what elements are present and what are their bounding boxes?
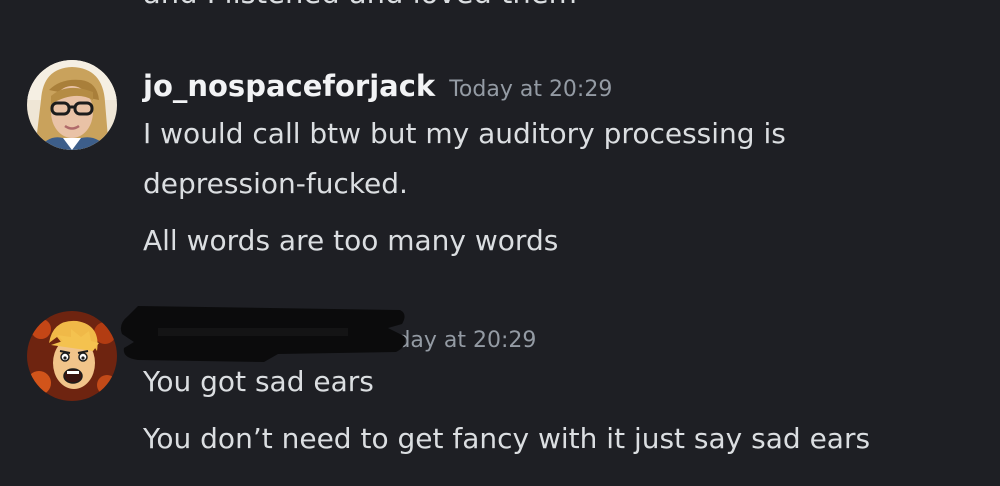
cartoon-face-icon (27, 311, 117, 401)
previous-message-fragment: and I listened and loved them (143, 0, 577, 8)
redaction-mark (120, 306, 405, 362)
message-text: depression-fucked. (143, 167, 408, 200)
message-text: You got sad ears (143, 365, 374, 398)
message-text: You don’t need to get fancy with it just… (143, 422, 871, 455)
user-portrait-icon (27, 60, 117, 150)
username[interactable]: jo_nospaceforjack (143, 69, 435, 103)
timestamp[interactable]: Today at 20:29 (449, 77, 612, 102)
avatar[interactable] (27, 60, 117, 150)
message-text: I would call btw but my auditory process… (143, 117, 786, 150)
message-text: All words are too many words (143, 224, 559, 257)
avatar[interactable] (27, 311, 117, 401)
message-header: jo_nospaceforjack Today at 20:29 (143, 69, 612, 103)
